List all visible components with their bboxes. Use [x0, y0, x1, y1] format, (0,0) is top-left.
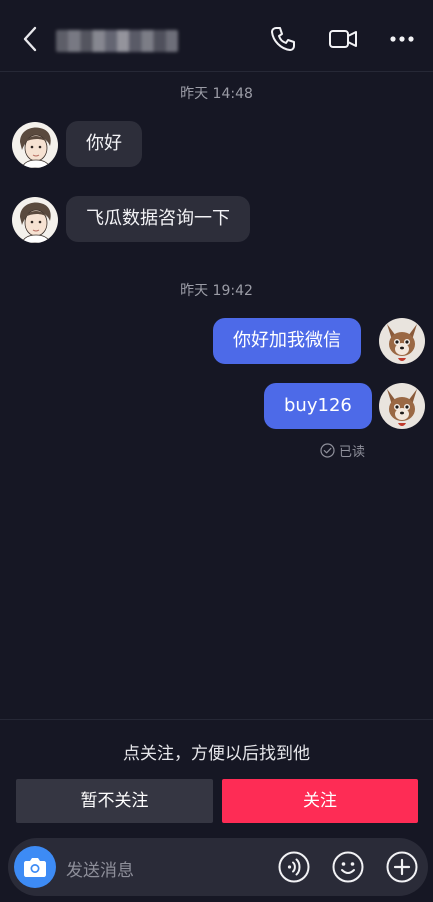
- more-icon: [390, 36, 414, 42]
- phone-button[interactable]: [268, 24, 298, 54]
- read-check-icon: [320, 442, 335, 458]
- timestamp: 昨天 14:48: [180, 86, 253, 102]
- phone-icon: [271, 27, 295, 51]
- follow-button[interactable]: 关注: [222, 779, 418, 823]
- timestamp: 昨天 19:42: [180, 283, 253, 299]
- my-avatar[interactable]: [379, 383, 425, 429]
- video-call-icon: [329, 30, 357, 48]
- outgoing-message[interactable]: buy126: [264, 383, 372, 429]
- contact-avatar-image: [12, 122, 58, 168]
- incoming-message[interactable]: 你好: [66, 121, 142, 167]
- my-avatar[interactable]: [379, 318, 425, 364]
- camera-button[interactable]: [14, 846, 56, 888]
- back-button[interactable]: [20, 26, 42, 52]
- contact-avatar[interactable]: [12, 122, 58, 168]
- contact-avatar-image: [12, 197, 58, 243]
- not-follow-button[interactable]: 暂不关注: [16, 779, 213, 823]
- video-call-button[interactable]: [328, 24, 358, 54]
- more-button[interactable]: [388, 24, 418, 54]
- emoji-button[interactable]: [332, 851, 364, 883]
- more-options-button[interactable]: [386, 851, 418, 883]
- contact-name[interactable]: ████████: [56, 30, 178, 52]
- read-receipt: 已读: [320, 441, 366, 460]
- voice-icon: [278, 851, 310, 883]
- top-bar: ████████: [0, 0, 433, 72]
- message-input[interactable]: 发送消息: [66, 856, 134, 881]
- outgoing-message[interactable]: 你好加我微信: [213, 318, 361, 364]
- emoji-icon: [332, 851, 364, 883]
- voice-button[interactable]: [278, 851, 310, 883]
- my-avatar-image: [379, 318, 425, 364]
- back-icon: [23, 26, 37, 52]
- camera-icon: [24, 858, 46, 877]
- contact-avatar[interactable]: [12, 197, 58, 243]
- divider: [0, 719, 433, 720]
- follow-prompt: 点关注，方便以后找到他: [123, 744, 310, 764]
- plus-icon: [386, 851, 418, 883]
- message-input-bar: 发送消息: [8, 838, 428, 896]
- my-avatar-image: [379, 383, 425, 429]
- read-status-label: 已读: [339, 444, 366, 460]
- incoming-message[interactable]: 飞瓜数据咨询一下: [66, 196, 250, 242]
